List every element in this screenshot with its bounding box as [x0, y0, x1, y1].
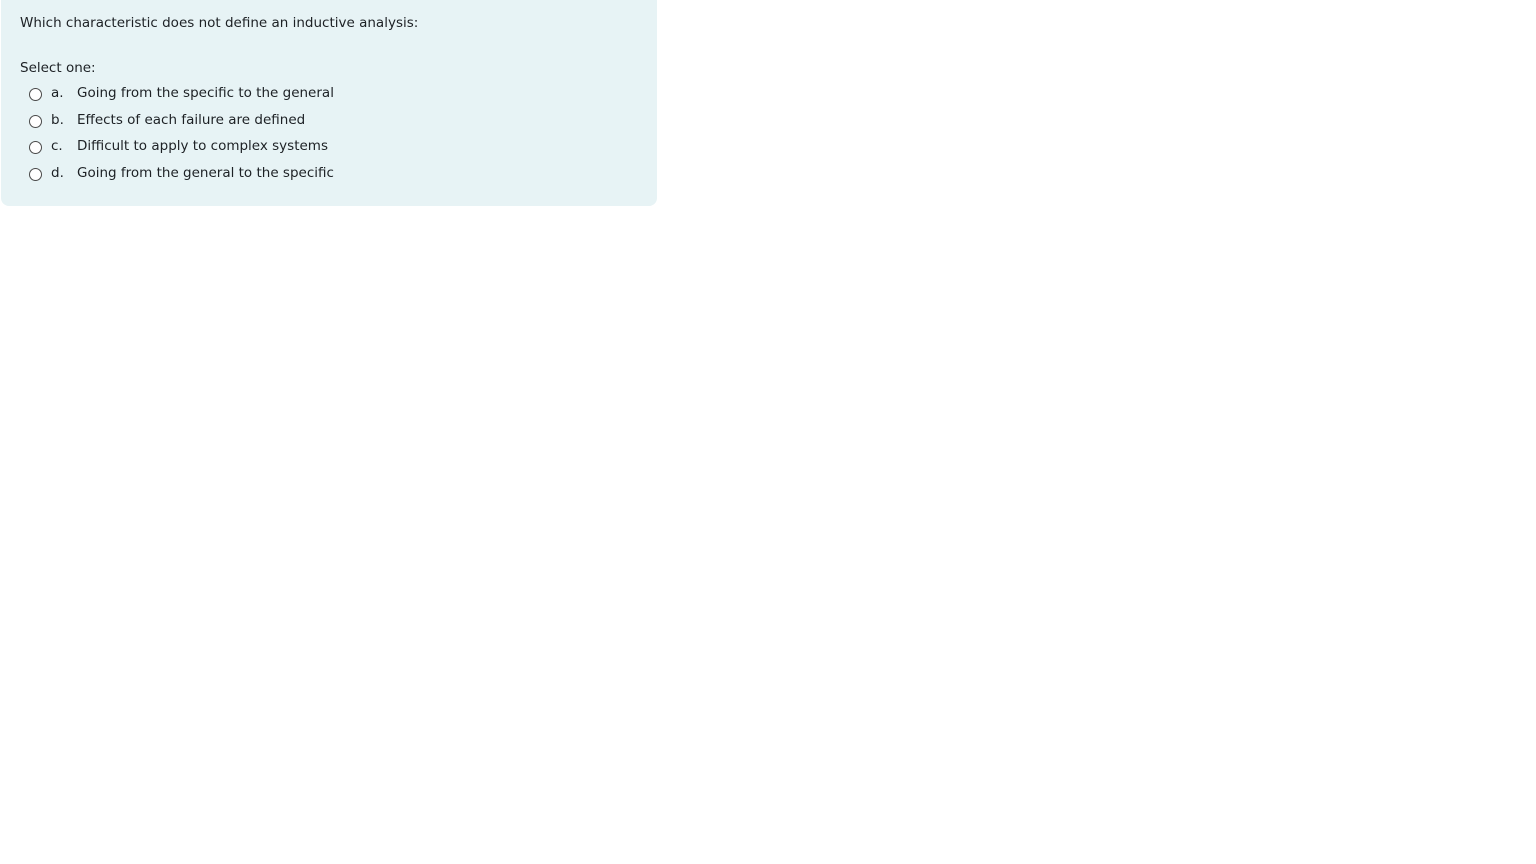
question-card: Which characteristic does not define an … [1, 0, 657, 206]
question-text: Which characteristic does not define an … [20, 15, 419, 31]
answer-letter: d. [51, 164, 64, 181]
answer-label[interactable]: Difficult to apply to complex systems [77, 138, 328, 155]
answer-label[interactable]: Effects of each failure are defined [77, 112, 305, 129]
answer-letter: b. [51, 111, 64, 128]
answer-letter: c. [51, 138, 63, 155]
radio-button-a[interactable] [29, 88, 42, 101]
radio-button-c[interactable] [29, 141, 42, 155]
answer-label[interactable]: Going from the general to the specific [77, 165, 334, 182]
radio-button-d[interactable] [29, 167, 42, 181]
answer-label[interactable]: Going from the specific to the general [77, 85, 334, 102]
radio-button-b[interactable] [29, 114, 42, 128]
answer-letter: a. [51, 85, 64, 101]
select-one-prompt: Select one: [20, 60, 96, 76]
